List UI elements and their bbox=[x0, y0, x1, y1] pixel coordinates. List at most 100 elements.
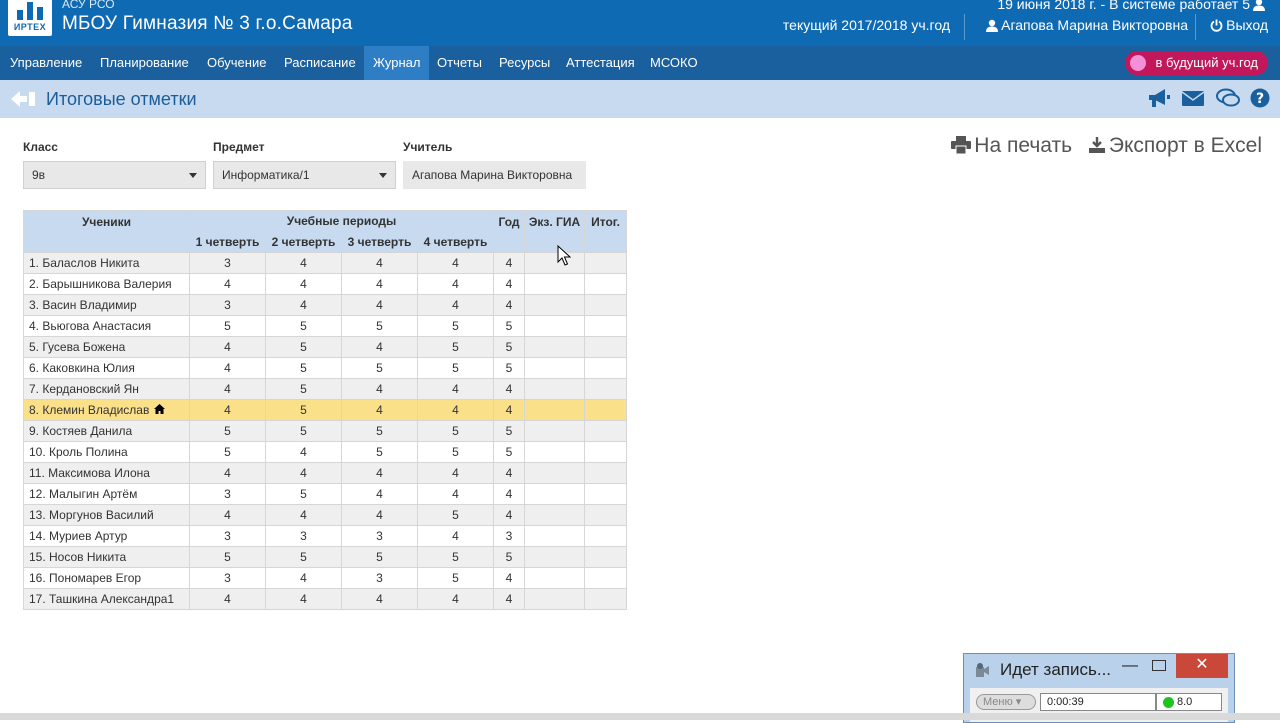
grade-year[interactable]: 4 bbox=[493, 588, 525, 610]
table-row[interactable]: 2. Барышникова Валерия 4 4 4 4 4 bbox=[23, 273, 627, 295]
col-exam[interactable]: Экз. ГИА bbox=[524, 210, 585, 253]
grade-q4[interactable]: 5 bbox=[417, 420, 494, 442]
nav-item-education[interactable]: Обучение bbox=[198, 46, 275, 80]
student-name[interactable]: 14. Муриев Артур bbox=[23, 525, 190, 547]
grade-final[interactable] bbox=[584, 399, 627, 421]
grade-final[interactable] bbox=[584, 357, 627, 379]
col-year[interactable]: Год bbox=[493, 210, 525, 253]
grade-final[interactable] bbox=[584, 567, 627, 589]
grade-q1[interactable]: 4 bbox=[189, 399, 266, 421]
nav-item-planning[interactable]: Планирование bbox=[91, 46, 198, 80]
table-row[interactable]: 11. Максимова Илона 4 4 4 4 4 bbox=[23, 462, 627, 484]
grade-exam[interactable] bbox=[524, 525, 585, 547]
grade-year[interactable]: 4 bbox=[493, 504, 525, 526]
class-select[interactable]: 9в bbox=[23, 161, 206, 189]
grade-exam[interactable] bbox=[524, 273, 585, 295]
print-button[interactable]: На печать bbox=[951, 134, 1072, 157]
grade-q1[interactable]: 4 bbox=[189, 588, 266, 610]
nav-item-attestation[interactable]: Аттестация bbox=[557, 46, 644, 80]
col-q1[interactable]: 1 четверть bbox=[189, 231, 266, 253]
grade-year[interactable]: 5 bbox=[493, 336, 525, 358]
grade-exam[interactable] bbox=[524, 504, 585, 526]
grade-final[interactable] bbox=[584, 525, 627, 547]
grade-final[interactable] bbox=[584, 588, 627, 610]
grade-q4[interactable]: 4 bbox=[417, 252, 494, 274]
chat-icon[interactable] bbox=[1215, 88, 1240, 113]
recorder-menu-button[interactable]: Меню ▾ bbox=[976, 694, 1036, 710]
student-name[interactable]: 16. Пономарев Егор bbox=[23, 567, 190, 589]
grade-q3[interactable]: 4 bbox=[341, 294, 418, 316]
nav-item-reports[interactable]: Отчеты bbox=[428, 46, 491, 80]
grade-final[interactable] bbox=[584, 483, 627, 505]
grade-exam[interactable] bbox=[524, 378, 585, 400]
table-row[interactable]: 1. Баласлов Никита 3 4 4 4 4 bbox=[23, 252, 627, 274]
grade-exam[interactable] bbox=[524, 357, 585, 379]
grade-q2[interactable]: 4 bbox=[265, 462, 342, 484]
student-name[interactable]: 9. Костяев Данила bbox=[23, 420, 190, 442]
grade-exam[interactable] bbox=[524, 546, 585, 568]
table-row[interactable]: 10. Кроль Полина 5 4 5 5 5 bbox=[23, 441, 627, 463]
grade-q4[interactable]: 4 bbox=[417, 273, 494, 295]
grade-q2[interactable]: 4 bbox=[265, 504, 342, 526]
nav-item-msoko[interactable]: МСОКО bbox=[641, 46, 707, 80]
grade-q3[interactable]: 4 bbox=[341, 483, 418, 505]
grade-year[interactable]: 4 bbox=[493, 273, 525, 295]
grade-q4[interactable]: 4 bbox=[417, 525, 494, 547]
grade-year[interactable]: 4 bbox=[493, 294, 525, 316]
table-row[interactable]: 17. Ташкина Александра1 4 4 4 4 4 bbox=[23, 588, 627, 610]
grade-q2[interactable]: 4 bbox=[265, 252, 342, 274]
table-row[interactable]: 5. Гусева Божена 4 5 4 5 5 bbox=[23, 336, 627, 358]
minimize-button[interactable]: — bbox=[1122, 657, 1138, 675]
school-year[interactable]: текущий 2017/2018 уч.год bbox=[783, 17, 950, 33]
maximize-button[interactable] bbox=[1152, 660, 1166, 671]
grade-q1[interactable]: 4 bbox=[189, 273, 266, 295]
grade-final[interactable] bbox=[584, 273, 627, 295]
grade-q2[interactable]: 4 bbox=[265, 588, 342, 610]
logo[interactable]: ИРТЕХ bbox=[8, 0, 52, 36]
grade-q4[interactable]: 5 bbox=[417, 336, 494, 358]
megaphone-icon[interactable] bbox=[1147, 88, 1171, 113]
nav-item-journal[interactable]: Журнал bbox=[364, 46, 430, 80]
table-row[interactable]: 4. Вьюгова Анастасия 5 5 5 5 5 bbox=[23, 315, 627, 337]
grade-exam[interactable] bbox=[524, 294, 585, 316]
grade-final[interactable] bbox=[584, 336, 627, 358]
grade-final[interactable] bbox=[584, 420, 627, 442]
grade-exam[interactable] bbox=[524, 588, 585, 610]
student-name[interactable]: 17. Ташкина Александра1 bbox=[23, 588, 190, 610]
grade-q4[interactable]: 5 bbox=[417, 546, 494, 568]
col-final[interactable]: Итог. bbox=[584, 210, 627, 253]
grade-final[interactable] bbox=[584, 315, 627, 337]
grade-q2[interactable]: 4 bbox=[265, 567, 342, 589]
student-name[interactable]: 15. Носов Никита bbox=[23, 546, 190, 568]
grade-q1[interactable]: 3 bbox=[189, 567, 266, 589]
grade-q2[interactable]: 3 bbox=[265, 525, 342, 547]
col-q4[interactable]: 4 четверть bbox=[417, 231, 494, 253]
grade-q3[interactable]: 5 bbox=[341, 546, 418, 568]
grade-q3[interactable]: 4 bbox=[341, 462, 418, 484]
grade-q3[interactable]: 5 bbox=[341, 441, 418, 463]
grade-final[interactable] bbox=[584, 294, 627, 316]
student-name[interactable]: 6. Каковкина Юлия bbox=[23, 357, 190, 379]
student-name[interactable]: 12. Малыгин Артём bbox=[23, 483, 190, 505]
grade-year[interactable]: 4 bbox=[493, 462, 525, 484]
grade-q4[interactable]: 5 bbox=[417, 441, 494, 463]
nav-item-resources[interactable]: Ресурсы bbox=[490, 46, 559, 80]
grade-exam[interactable] bbox=[524, 420, 585, 442]
grade-q2[interactable]: 5 bbox=[265, 315, 342, 337]
table-row[interactable]: 12. Малыгин Артём 3 5 4 4 4 bbox=[23, 483, 627, 505]
grade-q3[interactable]: 5 bbox=[341, 357, 418, 379]
grade-q2[interactable]: 4 bbox=[265, 441, 342, 463]
student-name[interactable]: 10. Кроль Полина bbox=[23, 441, 190, 463]
nav-item-schedule[interactable]: Расписание bbox=[275, 46, 365, 80]
grade-q3[interactable]: 4 bbox=[341, 378, 418, 400]
grade-q2[interactable]: 4 bbox=[265, 273, 342, 295]
grade-year[interactable]: 4 bbox=[493, 483, 525, 505]
grade-q1[interactable]: 3 bbox=[189, 525, 266, 547]
grade-q2[interactable]: 5 bbox=[265, 399, 342, 421]
grade-q1[interactable]: 4 bbox=[189, 357, 266, 379]
grade-final[interactable] bbox=[584, 504, 627, 526]
table-row[interactable]: 14. Муриев Артур 3 3 3 4 3 bbox=[23, 525, 627, 547]
grade-q1[interactable]: 4 bbox=[189, 336, 266, 358]
table-row[interactable]: 6. Каковкина Юлия 4 5 5 5 5 bbox=[23, 357, 627, 379]
grade-exam[interactable] bbox=[524, 399, 585, 421]
